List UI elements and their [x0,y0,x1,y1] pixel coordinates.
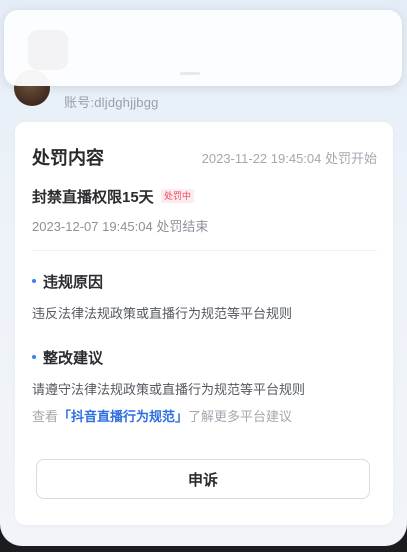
violation-heading: 违规原因 [32,271,103,292]
suggestion-heading: 整改建议 [32,347,103,368]
suggestion-text: 请遵守法律法规政策或直播行为规范等平台规则 [32,382,306,397]
penalty-section-title: 处罚内容 [32,148,104,168]
live-guidelines-link[interactable]: 「抖音直播行为规范」 [58,409,188,424]
suggestion-title: 整改建议 [43,350,104,367]
penalty-card: 处罚内容 2023-11-22 19:45:04 处罚开始 封禁直播权限15天 … [15,122,393,525]
penalty-end-time: 2023-12-07 19:45:04 处罚结束 [32,219,209,234]
divider [32,250,377,251]
guide-suffix: 了解更多平台建议 [188,409,293,424]
bullet-dot-icon [32,279,36,284]
violation-title: 违规原因 [43,274,104,291]
violation-text: 违反法律法规政策或直播行为规范等平台规则 [32,306,293,321]
penalty-name: 封禁直播权限15天 [32,189,154,206]
status-badge: 处罚中 [161,189,195,203]
blurred-text-placeholder [180,72,200,75]
penalty-start-time: 2023-11-22 19:45:04 处罚开始 [201,151,377,166]
guide-line: 查看「抖音直播行为规范」了解更多平台建议 [32,406,292,425]
app-screen: 账号:dljdghjjbgg 处罚内容 2023-11-22 19:45:04 … [0,0,407,546]
blurred-header-overlay [4,10,402,86]
bullet-dot-icon [32,355,36,360]
appeal-button[interactable]: 申诉 [36,459,370,499]
blurred-avatar-placeholder [28,30,68,70]
guide-prefix: 查看 [32,409,59,424]
account-id: 账号:dljdghjjbgg [64,95,159,110]
